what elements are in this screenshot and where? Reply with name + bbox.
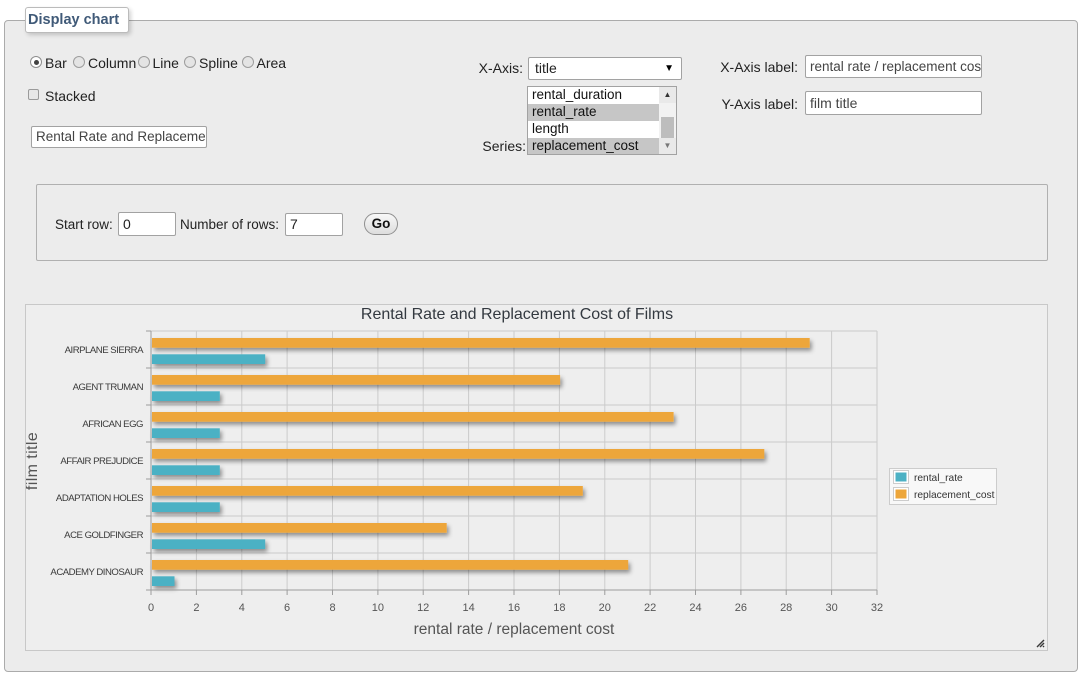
svg-text:22: 22 bbox=[644, 602, 656, 614]
svg-text:AIRPLANE SIERRA: AIRPLANE SIERRA bbox=[65, 345, 144, 356]
svg-text:ADAPTATION HOLES: ADAPTATION HOLES bbox=[56, 493, 143, 504]
svg-text:4: 4 bbox=[239, 602, 245, 614]
svg-text:AFRICAN EGG: AFRICAN EGG bbox=[82, 419, 143, 430]
svg-text:18: 18 bbox=[553, 602, 565, 614]
svg-text:6: 6 bbox=[284, 602, 290, 614]
svg-text:rental rate / replacement cost: rental rate / replacement cost bbox=[414, 621, 615, 638]
svg-text:24: 24 bbox=[689, 602, 701, 614]
svg-text:film title: film title bbox=[26, 432, 41, 490]
svg-text:0: 0 bbox=[148, 602, 154, 614]
svg-text:8: 8 bbox=[329, 602, 335, 614]
svg-text:14: 14 bbox=[462, 602, 474, 614]
svg-text:28: 28 bbox=[780, 602, 792, 614]
svg-text:replacement_cost: replacement_cost bbox=[914, 490, 995, 501]
svg-text:30: 30 bbox=[825, 602, 837, 614]
svg-text:AFFAIR PREJUDICE: AFFAIR PREJUDICE bbox=[60, 456, 143, 467]
svg-text:10: 10 bbox=[372, 602, 384, 614]
svg-text:2: 2 bbox=[193, 602, 199, 614]
svg-text:AGENT TRUMAN: AGENT TRUMAN bbox=[73, 382, 144, 393]
svg-text:ACE GOLDFINGER: ACE GOLDFINGER bbox=[64, 530, 143, 541]
svg-text:26: 26 bbox=[735, 602, 747, 614]
svg-text:20: 20 bbox=[599, 602, 611, 614]
svg-text:Rental Rate and Replacement Co: Rental Rate and Replacement Cost of Film… bbox=[361, 306, 673, 323]
svg-text:32: 32 bbox=[871, 602, 883, 614]
svg-text:rental_rate: rental_rate bbox=[914, 473, 963, 484]
svg-text:12: 12 bbox=[417, 602, 429, 614]
svg-text:ACADEMY DINOSAUR: ACADEMY DINOSAUR bbox=[50, 567, 143, 578]
svg-text:16: 16 bbox=[508, 602, 520, 614]
